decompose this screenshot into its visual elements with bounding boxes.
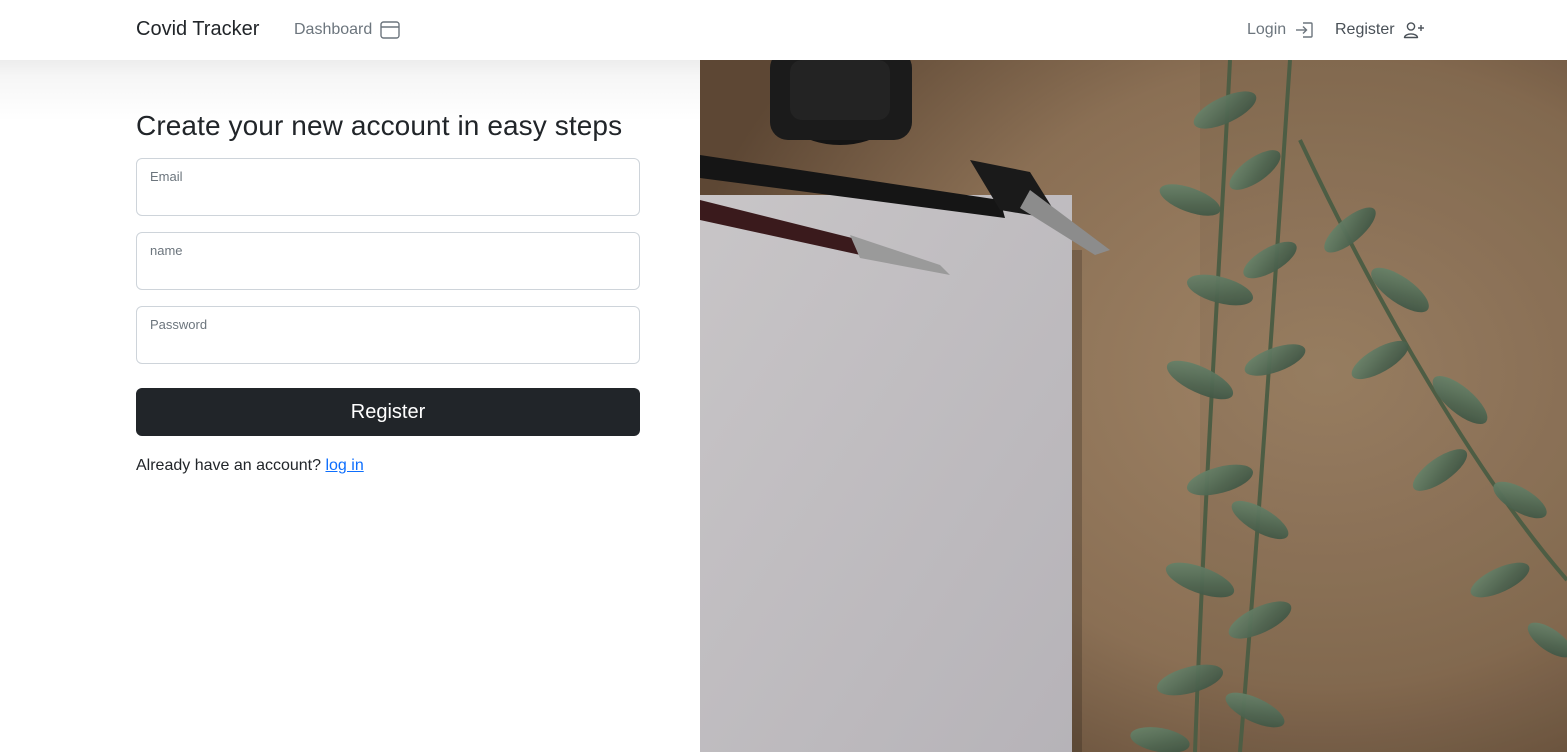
name-label: name: [150, 243, 183, 258]
password-field-container: Password: [136, 306, 640, 364]
nav-login-label: Login: [1247, 21, 1287, 38]
nav-dashboard-link[interactable]: Dashboard: [294, 20, 400, 40]
nav-register-label: Register: [1335, 21, 1395, 38]
nav-register-link[interactable]: Register: [1335, 20, 1425, 40]
login-link[interactable]: log in: [325, 457, 363, 474]
stationery-eucalyptus-image: [700, 60, 1567, 752]
password-label: Password: [150, 317, 208, 332]
brand-logo[interactable]: Covid Tracker: [136, 17, 259, 41]
login-prompt-text: Already have an account?: [136, 457, 322, 474]
page-title: Create your new account in easy steps: [136, 110, 623, 141]
name-field-container: name: [136, 232, 640, 290]
register-button[interactable]: Register: [136, 388, 640, 436]
nav-login-link[interactable]: Login: [1247, 20, 1314, 40]
email-field-container: Email: [136, 158, 640, 216]
hero-image: [700, 60, 1567, 752]
navbar: Covid Tracker Dashboard Login Register: [0, 0, 1567, 60]
window-icon: [380, 21, 400, 39]
name-input[interactable]: [149, 261, 627, 283]
password-input[interactable]: [149, 335, 627, 357]
email-input[interactable]: [149, 187, 627, 209]
nav-dashboard-label: Dashboard: [294, 21, 373, 38]
box-arrow-in-right-icon: [1296, 22, 1313, 38]
login-prompt: Already have an account? log in: [136, 456, 640, 476]
person-plus-icon: [1403, 22, 1424, 39]
email-label: Email: [150, 169, 183, 184]
register-form: Create your new account in easy steps Em…: [136, 108, 640, 476]
